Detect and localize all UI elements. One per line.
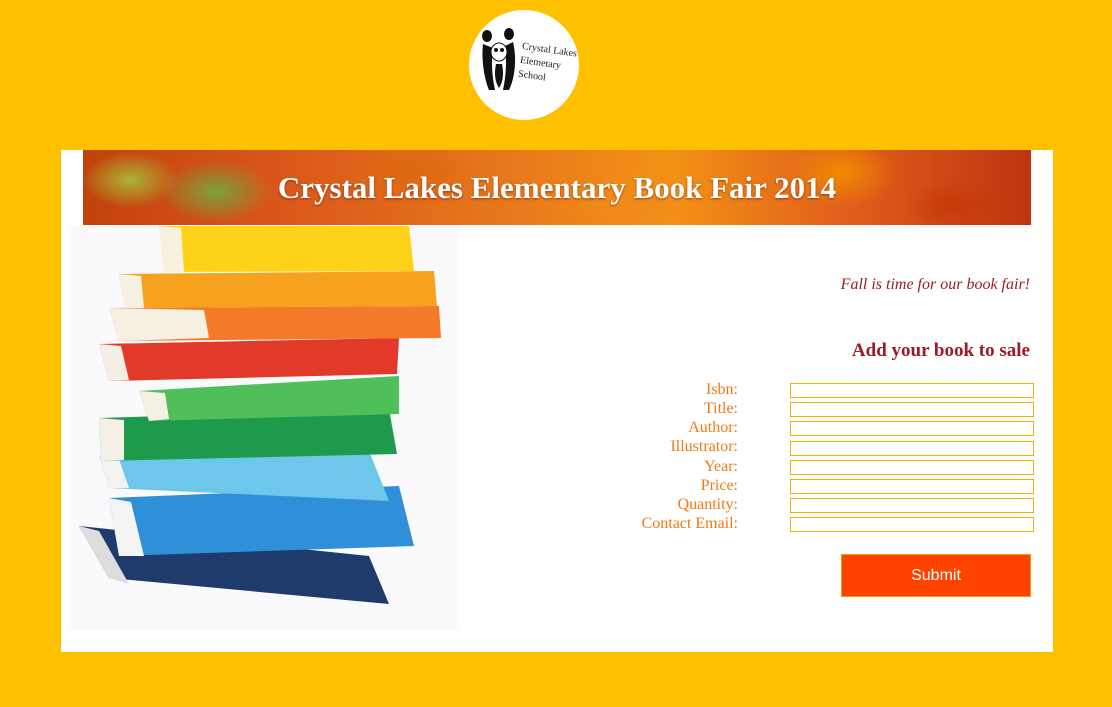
price-label: Price: bbox=[700, 477, 738, 494]
quantity-label: Quantity: bbox=[677, 496, 738, 513]
school-logo: Crystal Lakes Elemetary School bbox=[469, 10, 579, 120]
logo-text: Crystal Lakes Elemetary School bbox=[517, 40, 577, 89]
title-input[interactable] bbox=[790, 402, 1034, 417]
illustrator-input[interactable] bbox=[790, 441, 1034, 456]
tagline: Fall is time for our book fair! bbox=[840, 276, 1030, 293]
main-card: Crystal Lakes Elementary Book Fair 2014 bbox=[61, 150, 1053, 652]
panda-icon bbox=[482, 28, 516, 90]
book-stack-image bbox=[69, 226, 459, 630]
submit-button[interactable]: Submit bbox=[841, 554, 1031, 597]
price-input[interactable] bbox=[790, 479, 1034, 494]
isbn-input[interactable] bbox=[790, 383, 1034, 398]
author-input[interactable] bbox=[790, 421, 1034, 436]
quantity-input[interactable] bbox=[790, 498, 1034, 513]
title-label: Title: bbox=[703, 400, 738, 417]
year-input[interactable] bbox=[790, 460, 1034, 475]
autumn-leaves-banner: Crystal Lakes Elementary Book Fair 2014 bbox=[83, 150, 1031, 225]
isbn-label: Isbn: bbox=[706, 381, 738, 398]
illustrator-label: Illustrator: bbox=[670, 438, 738, 455]
author-label: Author: bbox=[688, 419, 738, 436]
form-title: Add your book to sale bbox=[851, 340, 1030, 361]
contact-email-label: Contact Email: bbox=[641, 515, 738, 532]
contact-email-input[interactable] bbox=[790, 517, 1034, 532]
page-title: Crystal Lakes Elementary Book Fair 2014 bbox=[277, 170, 837, 205]
year-label: Year: bbox=[704, 458, 738, 475]
